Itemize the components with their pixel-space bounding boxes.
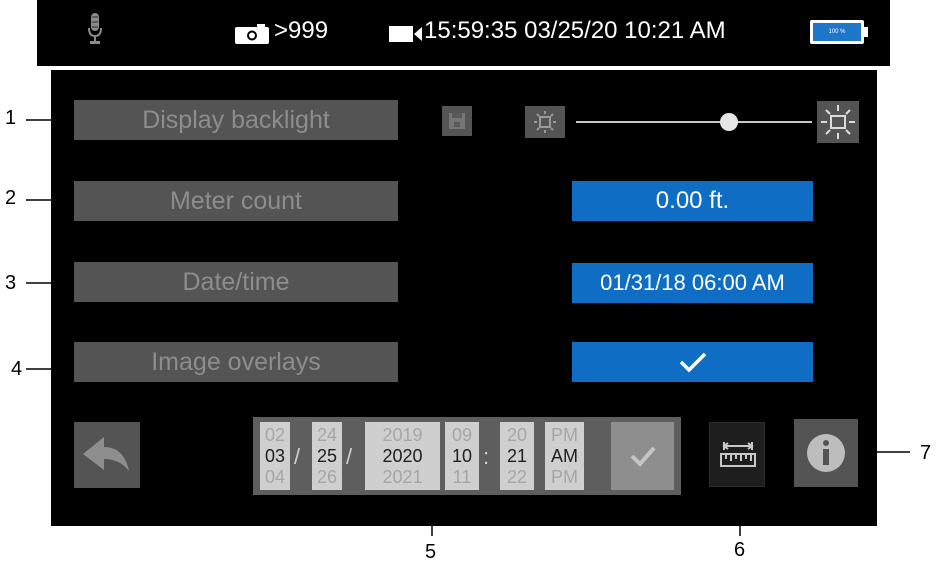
callout-3: 3 bbox=[5, 272, 17, 294]
callout-7: 7 bbox=[920, 442, 932, 464]
callout-5: 5 bbox=[425, 541, 437, 563]
callout-1: 1 bbox=[5, 107, 17, 129]
callout-4: 4 bbox=[11, 358, 23, 380]
figure: >999 15:59:35 03/25/20 10:21 AM 100 % Di… bbox=[0, 0, 938, 564]
callout-6: 6 bbox=[734, 539, 746, 561]
callout-arrows bbox=[26, 112, 910, 536]
callout-2: 2 bbox=[5, 187, 17, 209]
